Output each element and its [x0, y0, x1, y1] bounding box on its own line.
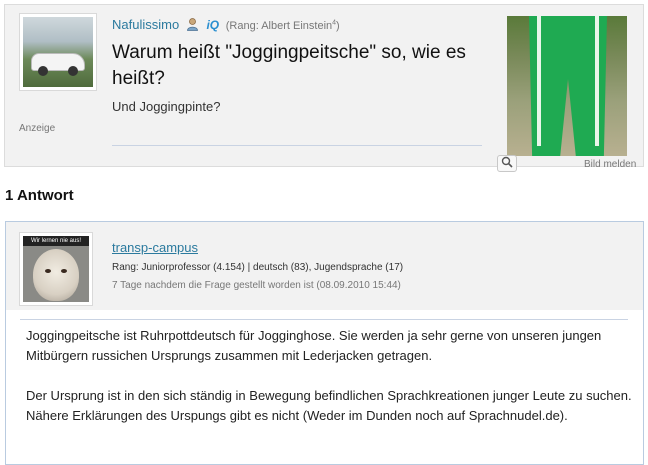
- answer-timestamp: 7 Tage nachdem die Frage gestellt worden…: [112, 280, 401, 291]
- avatar-ape-image: Wir lernen nie aus!: [23, 236, 89, 302]
- question-body: Und Joggingpinte?: [112, 99, 221, 114]
- rank-text: (Rang: Albert Einstein: [225, 20, 333, 32]
- iq-icon: iQ: [206, 18, 220, 32]
- pants-stripe: [537, 16, 541, 146]
- user-profile-icon[interactable]: [186, 18, 198, 31]
- magnifier-icon: [501, 156, 513, 168]
- question-author-link[interactable]: Nafulissimo: [112, 17, 179, 32]
- ape-eye: [61, 269, 67, 273]
- answer-paragraph: Der Ursprung ist in den sich ständig in …: [26, 388, 632, 423]
- answer-text: Joggingpeitsche ist Ruhrpottdeutsch für …: [26, 326, 636, 446]
- jogging-pants-shape: [529, 16, 607, 156]
- report-image-link[interactable]: Bild melden: [584, 159, 636, 170]
- rank-close: ): [336, 20, 340, 32]
- zoom-image-button[interactable]: [497, 155, 517, 172]
- question-title: Warum heißt "Joggingpeitsche" so, wie es…: [112, 42, 466, 89]
- answer-panel: Wir lernen nie aus! transp-campus Rang: …: [5, 221, 644, 465]
- answer-author-link[interactable]: transp-campus: [112, 240, 198, 255]
- ad-label: Anzeige: [19, 123, 56, 134]
- question-panel: Anzeige Nafulissimo iQ (Rang: Albert Ein…: [4, 4, 644, 172]
- question-divider: [112, 145, 482, 146]
- avatar-caption: Wir lernen nie aus!: [23, 236, 89, 246]
- car-shape: [31, 53, 85, 76]
- answers-count-heading: 1 Antwort: [5, 187, 74, 204]
- question-author-rank: (Rang: Albert Einstein4): [225, 19, 340, 32]
- answer-author-avatar[interactable]: Wir lernen nie aus!: [19, 232, 93, 306]
- answer-divider: [20, 319, 628, 320]
- question-meta: Nafulissimo iQ (Rang: Albert Einstein4): [112, 17, 340, 32]
- answer-paragraph: Joggingpeitsche ist Ruhrpottdeutsch für …: [26, 328, 602, 363]
- answer-author-rank: Rang: Juniorprofessor (4.154) | deutsch …: [112, 262, 404, 273]
- question-author-avatar[interactable]: [19, 13, 97, 91]
- ape-face: [33, 249, 79, 301]
- answer-header: Wir lernen nie aus! transp-campus Rang: …: [6, 222, 643, 310]
- ape-eye: [45, 269, 51, 273]
- pants-stripe: [595, 16, 599, 146]
- question-attached-image[interactable]: [507, 16, 627, 156]
- avatar-car-image: [23, 17, 93, 87]
